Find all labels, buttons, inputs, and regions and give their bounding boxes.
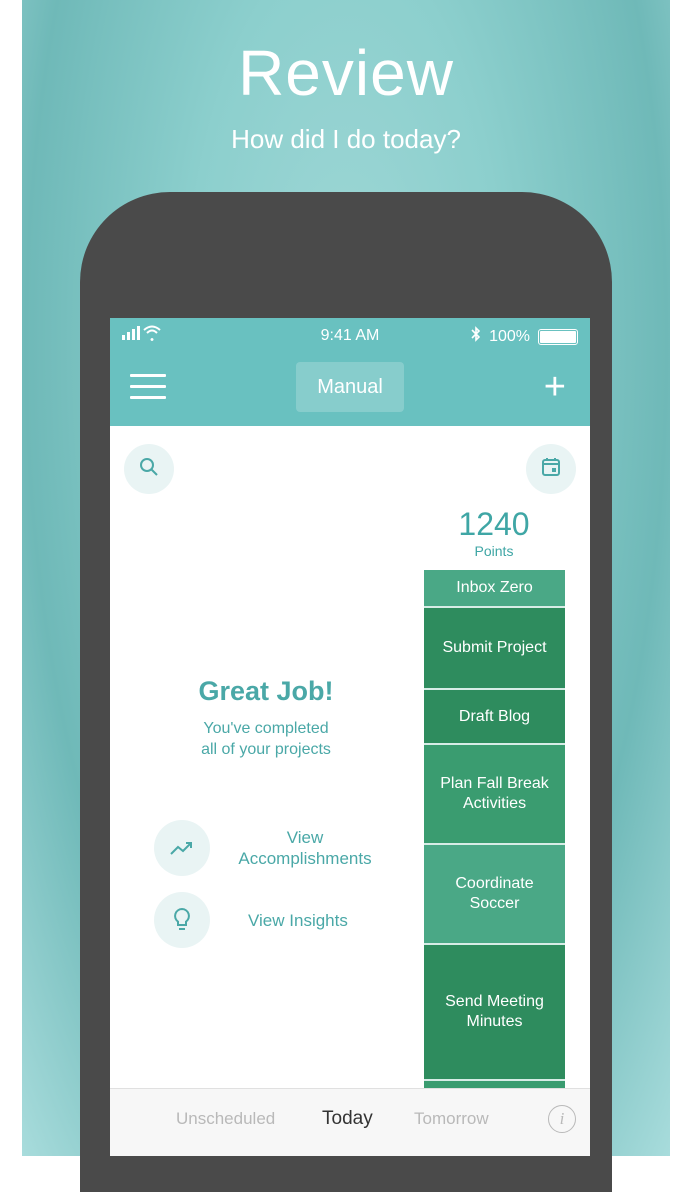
- task-block[interactable]: Inbox Zero: [424, 570, 565, 608]
- battery-percent: 100%: [489, 327, 530, 345]
- view-insights-button[interactable]: View Insights: [154, 892, 348, 948]
- task-block[interactable]: Submit Project: [424, 608, 565, 690]
- points-value: 1240: [458, 506, 530, 542]
- view-accomplishments-label: View Accomplishments: [230, 827, 380, 869]
- status-right: 100%: [471, 326, 578, 347]
- summary-line-1: You've completed: [203, 720, 329, 737]
- tab-today[interactable]: Today: [322, 1108, 373, 1130]
- task-block[interactable]: Plan Fall Break Activities: [424, 745, 565, 845]
- bluetooth-icon: [471, 326, 481, 347]
- points-label: Points: [474, 543, 514, 559]
- banner-subtitle: How did I do today?: [231, 124, 461, 154]
- plus-icon[interactable]: +: [544, 368, 566, 406]
- view-accomplishments-line-2: Accomplishments: [238, 849, 372, 868]
- search-button[interactable]: [124, 444, 174, 494]
- calendar-button[interactable]: [526, 444, 576, 494]
- task-stack: Inbox Zero Submit Project Draft Blog Pla…: [424, 570, 565, 1121]
- trending-up-icon: [154, 820, 210, 876]
- status-bar: 9:41 AM 100%: [110, 318, 590, 352]
- summary-heading: Great Job!: [198, 676, 334, 706]
- tab-bar: Unscheduled Today Tomorrow i: [110, 1088, 590, 1156]
- view-insights-label: View Insights: [248, 910, 348, 930]
- view-accomplishments-button[interactable]: View Accomplishments: [154, 820, 380, 876]
- calendar-icon: [540, 456, 562, 483]
- summary-text: You've completed all of your projects: [166, 718, 366, 760]
- lightbulb-icon: [154, 892, 210, 948]
- task-block[interactable]: Draft Blog: [424, 690, 565, 745]
- points-display: 1240 Points: [424, 506, 564, 559]
- manual-mode-button[interactable]: Manual: [296, 362, 404, 412]
- summary-line-2: all of your projects: [201, 741, 331, 758]
- search-icon: [138, 456, 160, 483]
- task-block[interactable]: Coordinate Soccer: [424, 845, 565, 945]
- nav-bar: Manual +: [110, 352, 590, 426]
- banner-title: Review: [238, 37, 454, 109]
- tab-unscheduled[interactable]: Unscheduled: [176, 1109, 275, 1129]
- battery-icon: [538, 328, 578, 345]
- tab-tomorrow[interactable]: Tomorrow: [414, 1109, 489, 1129]
- task-block[interactable]: Send Meeting Minutes: [424, 945, 565, 1081]
- view-accomplishments-line-1: View: [286, 828, 324, 847]
- hamburger-icon[interactable]: [130, 374, 166, 402]
- info-icon[interactable]: i: [548, 1105, 576, 1133]
- phone-screen: 9:41 AM 100% Manual + 1240 Points Inbox …: [110, 318, 590, 1156]
